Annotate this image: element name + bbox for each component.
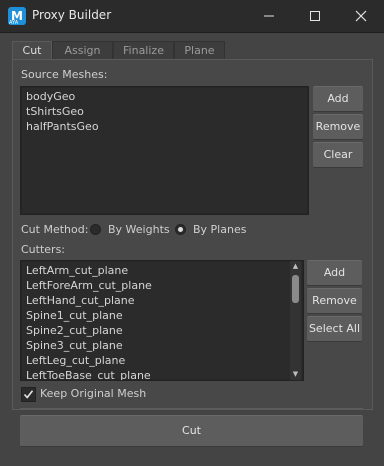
maya-app-icon: M AYA: [8, 7, 26, 26]
by-planes-radio[interactable]: [175, 224, 186, 235]
cutters-scrollbar[interactable]: ▲ ▼: [290, 261, 301, 380]
by-weights-label[interactable]: By Weights: [108, 223, 170, 236]
source-remove-button[interactable]: Remove: [313, 114, 363, 140]
cutters-list[interactable]: LeftArm_cut_plane LeftForeArm_cut_plane …: [20, 260, 304, 381]
list-item[interactable]: tShirtsGeo: [21, 104, 308, 119]
scroll-up-arrow-icon[interactable]: ▲: [290, 261, 301, 272]
scroll-down-arrow-icon[interactable]: ▼: [290, 369, 301, 380]
list-item[interactable]: Spine1_cut_plane: [21, 308, 303, 323]
tab-assign[interactable]: Assign: [52, 41, 113, 59]
list-item[interactable]: bodyGeo: [21, 89, 308, 104]
list-item[interactable]: LeftHand_cut_plane: [21, 293, 303, 308]
list-item[interactable]: LeftToeBase_cut_plane: [21, 368, 303, 380]
cutters-remove-button[interactable]: Remove: [307, 288, 362, 314]
tab-cut[interactable]: Cut: [12, 41, 52, 60]
source-clear-button[interactable]: Clear: [313, 142, 363, 168]
close-button[interactable]: [338, 0, 384, 32]
source-meshes-list[interactable]: bodyGeo tShirtsGeo halfPantsGeo: [20, 86, 309, 215]
source-add-button[interactable]: Add: [313, 86, 363, 112]
divider: [20, 408, 363, 409]
maximize-button[interactable]: [292, 0, 338, 32]
minimize-icon: [264, 15, 274, 17]
app-icon-subtext: AYA: [9, 20, 19, 26]
tab-plane[interactable]: Plane: [174, 41, 225, 59]
cut-button[interactable]: Cut: [20, 415, 363, 447]
list-item[interactable]: LeftForeArm_cut_plane: [21, 278, 303, 293]
cut-method-label: Cut Method:: [21, 223, 89, 236]
cutters-select-all-button[interactable]: Select All: [307, 316, 362, 342]
title-bar: M AYA Proxy Builder: [0, 0, 384, 33]
keep-original-mesh-checkbox[interactable]: [21, 387, 36, 402]
close-icon: [355, 10, 367, 22]
scrollbar-thumb[interactable]: [292, 275, 299, 303]
cutters-label: Cutters:: [21, 243, 66, 256]
list-item[interactable]: halfPantsGeo: [21, 119, 308, 134]
source-meshes-label: Source Meshes:: [21, 68, 108, 81]
list-item[interactable]: Spine2_cut_plane: [21, 323, 303, 338]
list-item[interactable]: LeftArm_cut_plane: [21, 263, 303, 278]
list-item[interactable]: Spine3_cut_plane: [21, 338, 303, 353]
window-title: Proxy Builder: [32, 8, 112, 22]
tab-finalize[interactable]: Finalize: [113, 41, 174, 59]
maximize-icon: [310, 11, 320, 21]
by-planes-label[interactable]: By Planes: [193, 223, 246, 236]
cutters-add-button[interactable]: Add: [307, 260, 362, 286]
checkmark-icon: [23, 390, 34, 399]
minimize-button[interactable]: [246, 0, 292, 32]
list-item[interactable]: LeftLeg_cut_plane: [21, 353, 303, 368]
by-weights-radio[interactable]: [90, 224, 101, 235]
keep-original-mesh-label[interactable]: Keep Original Mesh: [40, 387, 146, 400]
